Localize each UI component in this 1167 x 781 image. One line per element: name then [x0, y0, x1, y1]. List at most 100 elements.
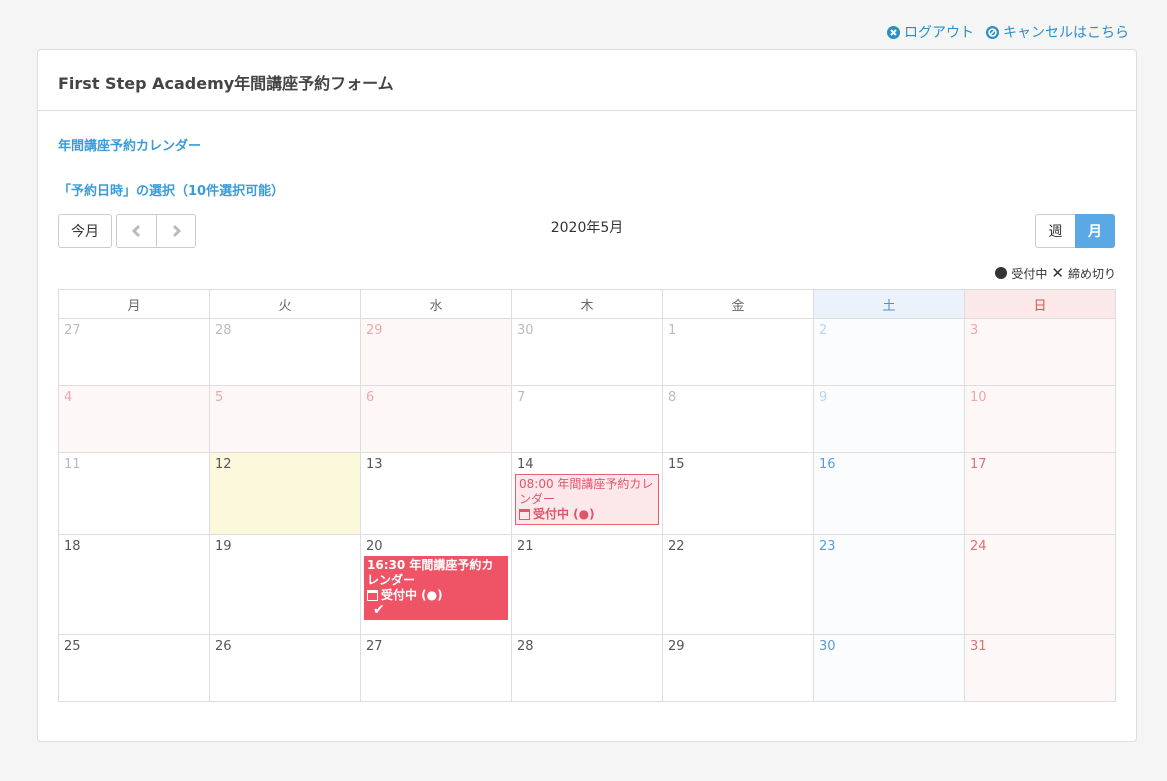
day-cell[interactable]: 23 — [813, 534, 965, 635]
chevron-right-icon — [172, 224, 182, 238]
day-cell[interactable]: 8 — [662, 385, 814, 453]
legend-closed: 締め切り — [1067, 266, 1116, 281]
week-row: 27 28 29 30 1 2 3 — [58, 318, 1116, 386]
day-number: 23 — [819, 539, 836, 554]
next-button[interactable] — [156, 214, 196, 248]
prev-button[interactable] — [116, 214, 157, 248]
day-number: 30 — [819, 639, 836, 654]
day-cell[interactable]: 15 — [662, 452, 814, 535]
weekday-wed: 水 — [360, 289, 512, 319]
day-number: 12 — [215, 457, 232, 472]
calendar-grid: 月 火 水 木 金 土 日 27 28 29 30 1 2 3 4 5 6 7 … — [58, 289, 1116, 702]
day-cell[interactable]: 30 — [813, 634, 965, 702]
day-cell[interactable]: 19 — [209, 534, 361, 635]
day-cell[interactable]: 16 — [813, 452, 965, 535]
filled-circle-icon — [995, 267, 1008, 279]
weekday-thu: 木 — [511, 289, 663, 319]
day-cell[interactable]: 5 — [209, 385, 361, 453]
week-row: 25 26 27 28 29 30 31 — [58, 634, 1116, 702]
day-number: 18 — [64, 539, 81, 554]
logout-link[interactable]: ログアウト — [887, 22, 974, 42]
day-number: 29 — [668, 639, 685, 654]
cancel-label: キャンセルはこちら — [1003, 25, 1129, 41]
day-cell[interactable]: 30 — [511, 318, 663, 386]
day-cell[interactable]: 13 — [360, 452, 512, 535]
day-number: 28 — [517, 639, 534, 654]
day-cell[interactable]: 26 — [209, 634, 361, 702]
day-number: 14 — [517, 457, 534, 472]
day-cell[interactable]: 27 — [360, 634, 512, 702]
day-cell[interactable]: 7 — [511, 385, 663, 453]
month-view-button[interactable]: 月 — [1075, 214, 1115, 248]
day-cell[interactable]: 25 — [58, 634, 210, 702]
day-number: 27 — [366, 639, 383, 654]
day-cell[interactable]: 4 — [58, 385, 210, 453]
day-number: 8 — [668, 390, 677, 405]
day-cell[interactable]: 24 — [964, 534, 1116, 635]
day-number: 26 — [215, 639, 232, 654]
day-cell[interactable]: 22 — [662, 534, 814, 635]
day-cell[interactable]: 20 16:30 年間講座予約カレンダー 受付中 (●) ✔ — [360, 534, 512, 635]
weekday-header: 月 火 水 木 金 土 日 — [58, 289, 1116, 319]
day-cell[interactable]: 6 — [360, 385, 512, 453]
day-cell[interactable]: 2 — [813, 318, 965, 386]
event-selected-slot[interactable]: 16:30 年間講座予約カレンダー 受付中 (●) ✔ — [364, 556, 508, 620]
top-links: ログアウト キャンセルはこちら — [887, 22, 1129, 42]
day-number: 30 — [517, 323, 534, 338]
week-row: 4 5 6 7 8 9 10 — [58, 385, 1116, 453]
day-cell[interactable]: 18 — [58, 534, 210, 635]
day-number: 6 — [366, 390, 375, 405]
weekday-tue: 火 — [209, 289, 361, 319]
calendar-icon — [519, 509, 530, 520]
logout-label: ログアウト — [904, 25, 974, 41]
day-cell[interactable]: 3 — [964, 318, 1116, 386]
day-cell[interactable]: 31 — [964, 634, 1116, 702]
day-cell[interactable]: 21 — [511, 534, 663, 635]
day-number: 28 — [215, 323, 232, 338]
calendar-icon — [367, 590, 378, 601]
day-number: 7 — [517, 390, 526, 405]
day-number: 4 — [64, 390, 73, 405]
day-number: 3 — [970, 323, 979, 338]
close-circle-icon — [887, 25, 900, 39]
day-cell[interactable]: 29 — [662, 634, 814, 702]
this-month-button[interactable]: 今月 — [58, 214, 112, 248]
today-cell[interactable]: 12 — [209, 452, 361, 535]
legend: 受付中 ✕ 締め切り — [995, 264, 1116, 282]
week-view-button[interactable]: 週 — [1035, 214, 1076, 248]
day-number: 20 — [366, 539, 383, 554]
day-cell[interactable]: 28 — [209, 318, 361, 386]
day-number: 21 — [517, 539, 534, 554]
week-row: 18 19 20 16:30 年間講座予約カレンダー 受付中 (●) ✔ 21 … — [58, 534, 1116, 635]
weekday-sat: 土 — [813, 289, 965, 319]
day-cell[interactable]: 29 — [360, 318, 512, 386]
event-status: 受付中 (●) — [381, 588, 443, 602]
day-number: 19 — [215, 539, 232, 554]
day-number: 24 — [970, 539, 987, 554]
day-cell[interactable]: 14 08:00 年間講座予約カレンダー 受付中 (●) — [511, 452, 663, 535]
day-cell[interactable]: 11 — [58, 452, 210, 535]
event-title: 16:30 年間講座予約カレンダー — [367, 558, 494, 587]
day-cell[interactable]: 27 — [58, 318, 210, 386]
day-cell[interactable]: 10 — [964, 385, 1116, 453]
day-cell[interactable]: 28 — [511, 634, 663, 702]
weekday-mon: 月 — [58, 289, 210, 319]
day-cell[interactable]: 1 — [662, 318, 814, 386]
day-number: 11 — [64, 457, 81, 472]
cancel-link[interactable]: キャンセルはこちら — [986, 22, 1129, 42]
selection-title: 「予約日時」の選択（10件選択可能） — [58, 184, 285, 199]
week-row: 11 12 13 14 08:00 年間講座予約カレンダー 受付中 (●) 15… — [58, 452, 1116, 535]
event-status: 受付中 (●) — [533, 507, 595, 521]
day-number: 1 — [668, 323, 677, 338]
day-number: 17 — [970, 457, 987, 472]
day-number: 5 — [215, 390, 224, 405]
day-number: 15 — [668, 457, 685, 472]
event-open-slot[interactable]: 08:00 年間講座予約カレンダー 受付中 (●) — [515, 474, 659, 525]
event-status-row: 受付中 (●) — [367, 588, 505, 603]
day-cell[interactable]: 17 — [964, 452, 1116, 535]
day-number: 13 — [366, 457, 383, 472]
day-number: 29 — [366, 323, 383, 338]
day-cell[interactable]: 9 — [813, 385, 965, 453]
check-icon: ✔ — [373, 602, 385, 618]
ban-icon — [986, 25, 999, 39]
